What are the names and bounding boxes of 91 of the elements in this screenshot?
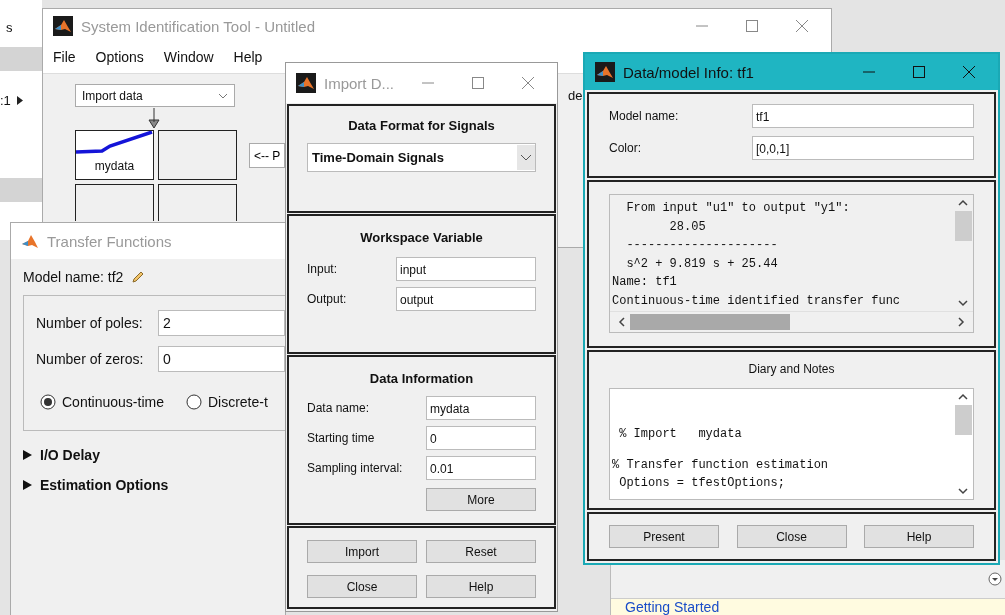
import-data-dropdown[interactable]: Import data <box>75 84 235 107</box>
background-text: s <box>5 19 14 35</box>
dialog-button[interactable]: Help <box>426 575 536 598</box>
more-button[interactable]: More <box>426 488 536 511</box>
format-dropdown[interactable]: Time-Domain Signals <box>307 143 536 172</box>
notes-text-area[interactable]: % Import mydata % Transfer function estimation Options = tfestOptions; <box>609 388 974 500</box>
maximize-icon[interactable] <box>912 65 926 79</box>
matlab-logo-icon <box>53 16 73 36</box>
field-label: Data name: <box>307 401 370 415</box>
caret-icon <box>520 154 532 161</box>
menu-item[interactable]: Help <box>233 49 263 65</box>
close-icon[interactable] <box>795 19 809 33</box>
field-label: Input: <box>307 262 338 276</box>
getting-started-link[interactable]: Getting Started <box>625 599 720 615</box>
background-text: :1 <box>0 93 11 108</box>
play-icon <box>16 96 23 105</box>
field-label: Output: <box>307 292 347 306</box>
down-arrow-icon <box>148 108 160 130</box>
preprocess-button[interactable]: <-- P <box>249 143 286 168</box>
input-field[interactable]: mydata <box>426 396 536 420</box>
input-field[interactable]: 0 <box>426 426 536 450</box>
code-line: 28.05 <box>668 218 707 236</box>
background-bar <box>0 178 42 202</box>
menu-item[interactable]: Window <box>163 49 214 65</box>
pencil-icon[interactable] <box>131 270 146 284</box>
empty-slot[interactable] <box>75 184 154 221</box>
code-line: Name: tf1 <box>612 274 678 292</box>
section-heading: Data Information <box>368 371 475 386</box>
menu-item[interactable]: File <box>53 49 76 65</box>
empty-slot[interactable] <box>158 184 237 221</box>
window-title: Transfer Functions <box>47 232 173 250</box>
triangle-icon <box>23 450 32 460</box>
code-line: s^2 + 9.819 s + 25.44 <box>625 255 779 273</box>
signal-line-icon <box>75 131 154 155</box>
input-field[interactable]: [0,0,1] <box>752 136 974 160</box>
maximize-icon[interactable] <box>745 19 759 33</box>
field-label: Number of zeros: <box>36 351 145 367</box>
matlab-logo-icon <box>21 233 39 249</box>
caret-icon <box>218 92 228 99</box>
window-title: System Identification Tool - Untitled <box>81 17 316 35</box>
input-field[interactable]: output <box>396 287 536 311</box>
input-field[interactable]: input <box>396 257 536 281</box>
dialog-button[interactable]: Import <box>307 540 417 563</box>
code-line: % Import mydata <box>618 426 743 443</box>
dialog-button[interactable]: Present <box>609 525 719 548</box>
dialog-button[interactable]: Help <box>864 525 974 548</box>
window-title: Import D... <box>324 74 395 92</box>
field-label: Model name: <box>609 109 679 123</box>
field-label: Color: <box>609 141 641 155</box>
empty-slot[interactable] <box>158 130 237 180</box>
input-field[interactable]: tf1 <box>752 104 974 128</box>
dropdown-icon[interactable] <box>988 572 1002 586</box>
maximize-icon[interactable] <box>471 76 485 90</box>
input-field[interactable]: 0 <box>158 346 285 372</box>
field-label: Number of poles: <box>36 315 144 331</box>
model-name-text: Model name: tf2 <box>23 269 124 285</box>
horizontal-scrollbar[interactable] <box>610 310 973 332</box>
radio-button[interactable]: Continuous-time <box>40 394 164 410</box>
close-icon[interactable] <box>962 65 976 79</box>
dialog-button[interactable]: Close <box>736 525 847 548</box>
code-line: From input "u1" to output "y1": <box>625 200 851 217</box>
code-line: Options = tfestOptions; <box>618 475 786 493</box>
input-field[interactable]: 2 <box>158 310 285 336</box>
matlab-logo-icon <box>296 73 316 93</box>
dialog-button[interactable]: Reset <box>426 540 536 563</box>
triangle-icon <box>23 480 32 490</box>
menu-item[interactable]: Options <box>95 49 144 65</box>
radio-icon <box>185 394 202 410</box>
section-heading: Workspace Variable <box>359 230 484 245</box>
scroll-thumb[interactable] <box>630 313 790 330</box>
input-field[interactable]: 0.01 <box>426 456 536 480</box>
radio-icon <box>40 394 56 410</box>
field-label: Starting time <box>307 431 375 445</box>
code-line: Continuous-time identified transfer func <box>612 292 902 310</box>
label-text: de <box>568 88 583 103</box>
section-heading: Data Format for Signals <box>347 118 496 133</box>
window-title: Data/model Info: tf1 <box>623 63 755 81</box>
dialog-button[interactable]: Close <box>307 575 417 598</box>
section-heading: Diary and Notes <box>747 362 836 376</box>
code-line: % Transfer function estimation <box>612 456 830 474</box>
scroll-thumb[interactable] <box>954 405 972 435</box>
section-toggle[interactable]: Estimation Options <box>23 477 169 493</box>
matlab-logo-icon <box>595 62 615 82</box>
scroll-thumb[interactable] <box>954 211 972 241</box>
field-label: Sampling interval: <box>307 461 403 475</box>
radio-button[interactable]: Discrete-t <box>185 394 268 410</box>
section-toggle[interactable]: I/O Delay <box>23 447 100 463</box>
model-text-area[interactable]: From input "u1" to output "y1": 28.05 --------------------- s^2 + 9.819 s + 25.44 Name: tf1 Continuous-time identified transfer func <box>609 194 974 333</box>
close-icon[interactable] <box>521 76 535 90</box>
data-slot[interactable]: mydata <box>75 130 154 180</box>
code-line: --------------------- <box>625 237 779 255</box>
